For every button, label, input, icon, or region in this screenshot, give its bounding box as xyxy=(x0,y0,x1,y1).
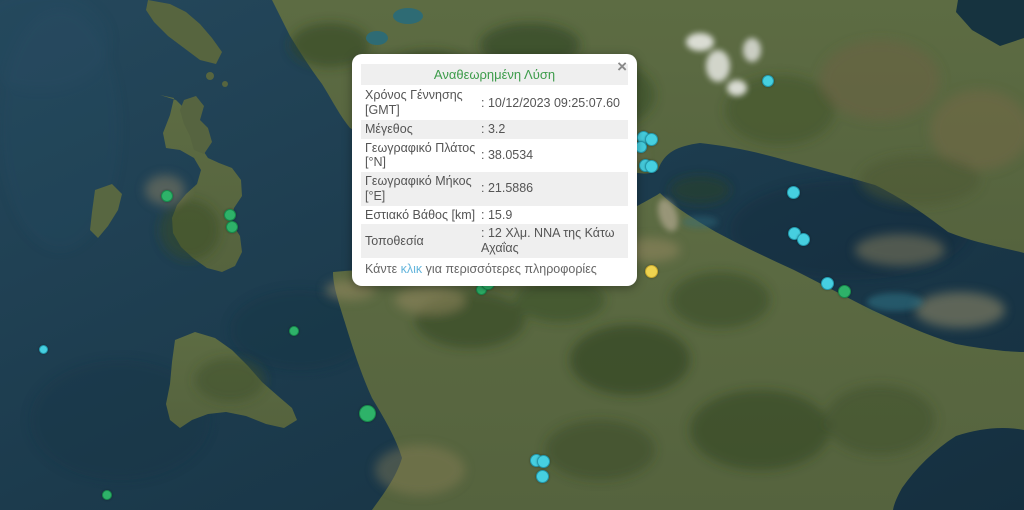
earthquake-marker[interactable] xyxy=(161,190,173,202)
row-label: Τοποθεσία xyxy=(365,234,481,249)
earthquake-marker[interactable] xyxy=(102,490,112,500)
earthquake-marker[interactable] xyxy=(226,221,238,233)
more-info-link[interactable]: κλικ xyxy=(401,262,423,276)
footer-text: Κάντε xyxy=(365,262,401,276)
row-longitude: Γεωγραφικό Μήκος [°E] : 21.5886 xyxy=(361,172,628,206)
earthquake-marker[interactable] xyxy=(39,345,48,354)
earthquake-marker[interactable] xyxy=(359,405,376,422)
row-label: Γεωγραφικό Μήκος [°E] xyxy=(365,174,481,204)
row-label: Χρόνος Γέννησης [GMT] xyxy=(365,88,481,118)
earthquake-marker[interactable] xyxy=(797,233,810,246)
row-value: : 10/12/2023 09:25:07.60 xyxy=(481,96,624,111)
earthquake-marker[interactable] xyxy=(787,186,800,199)
row-value: : 15.9 xyxy=(481,208,624,223)
row-value: : 38.0534 xyxy=(481,148,624,163)
earthquake-info-popup: × Αναθεωρημένη Λύση Χρόνος Γέννησης [GMT… xyxy=(352,54,637,286)
earthquake-marker[interactable] xyxy=(537,455,550,468)
earthquake-marker[interactable] xyxy=(536,470,549,483)
row-label: Εστιακό Βάθος [km] xyxy=(365,208,481,223)
row-depth: Εστιακό Βάθος [km] : 15.9 xyxy=(361,206,628,225)
row-magnitude: Μέγεθος : 3.2 xyxy=(361,120,628,139)
earthquake-map-page: × Αναθεωρημένη Λύση Χρόνος Γέννησης [GMT… xyxy=(0,0,1024,510)
popup-footer: Κάντε κλικ για περισσότερες πληροφορίες xyxy=(361,258,628,278)
row-value: : 21.5886 xyxy=(481,181,624,196)
row-value: : 3.2 xyxy=(481,122,624,137)
row-location: Τοποθεσία : 12 Χλμ. ΝΝΑ της Κάτω Αχαΐας xyxy=(361,224,628,258)
row-origin-time: Χρόνος Γέννησης [GMT] : 10/12/2023 09:25… xyxy=(361,86,628,120)
row-value: : 12 Χλμ. ΝΝΑ της Κάτω Αχαΐας xyxy=(481,226,624,256)
row-label: Μέγεθος xyxy=(365,122,481,137)
row-latitude: Γεωγραφικό Πλάτος [°N] : 38.0534 xyxy=(361,139,628,173)
earthquake-marker[interactable] xyxy=(289,326,299,336)
earthquake-marker[interactable] xyxy=(224,209,236,221)
popup-title: Αναθεωρημένη Λύση xyxy=(361,64,628,85)
earthquake-marker[interactable] xyxy=(821,277,834,290)
close-icon[interactable]: × xyxy=(615,56,629,77)
earthquake-marker[interactable] xyxy=(645,160,658,173)
row-label: Γεωγραφικό Πλάτος [°N] xyxy=(365,141,481,171)
earthquake-marker[interactable] xyxy=(838,285,851,298)
earthquake-marker[interactable] xyxy=(645,265,658,278)
footer-text: για περισσότερες πληροφορίες xyxy=(422,262,597,276)
earthquake-marker[interactable] xyxy=(762,75,774,87)
